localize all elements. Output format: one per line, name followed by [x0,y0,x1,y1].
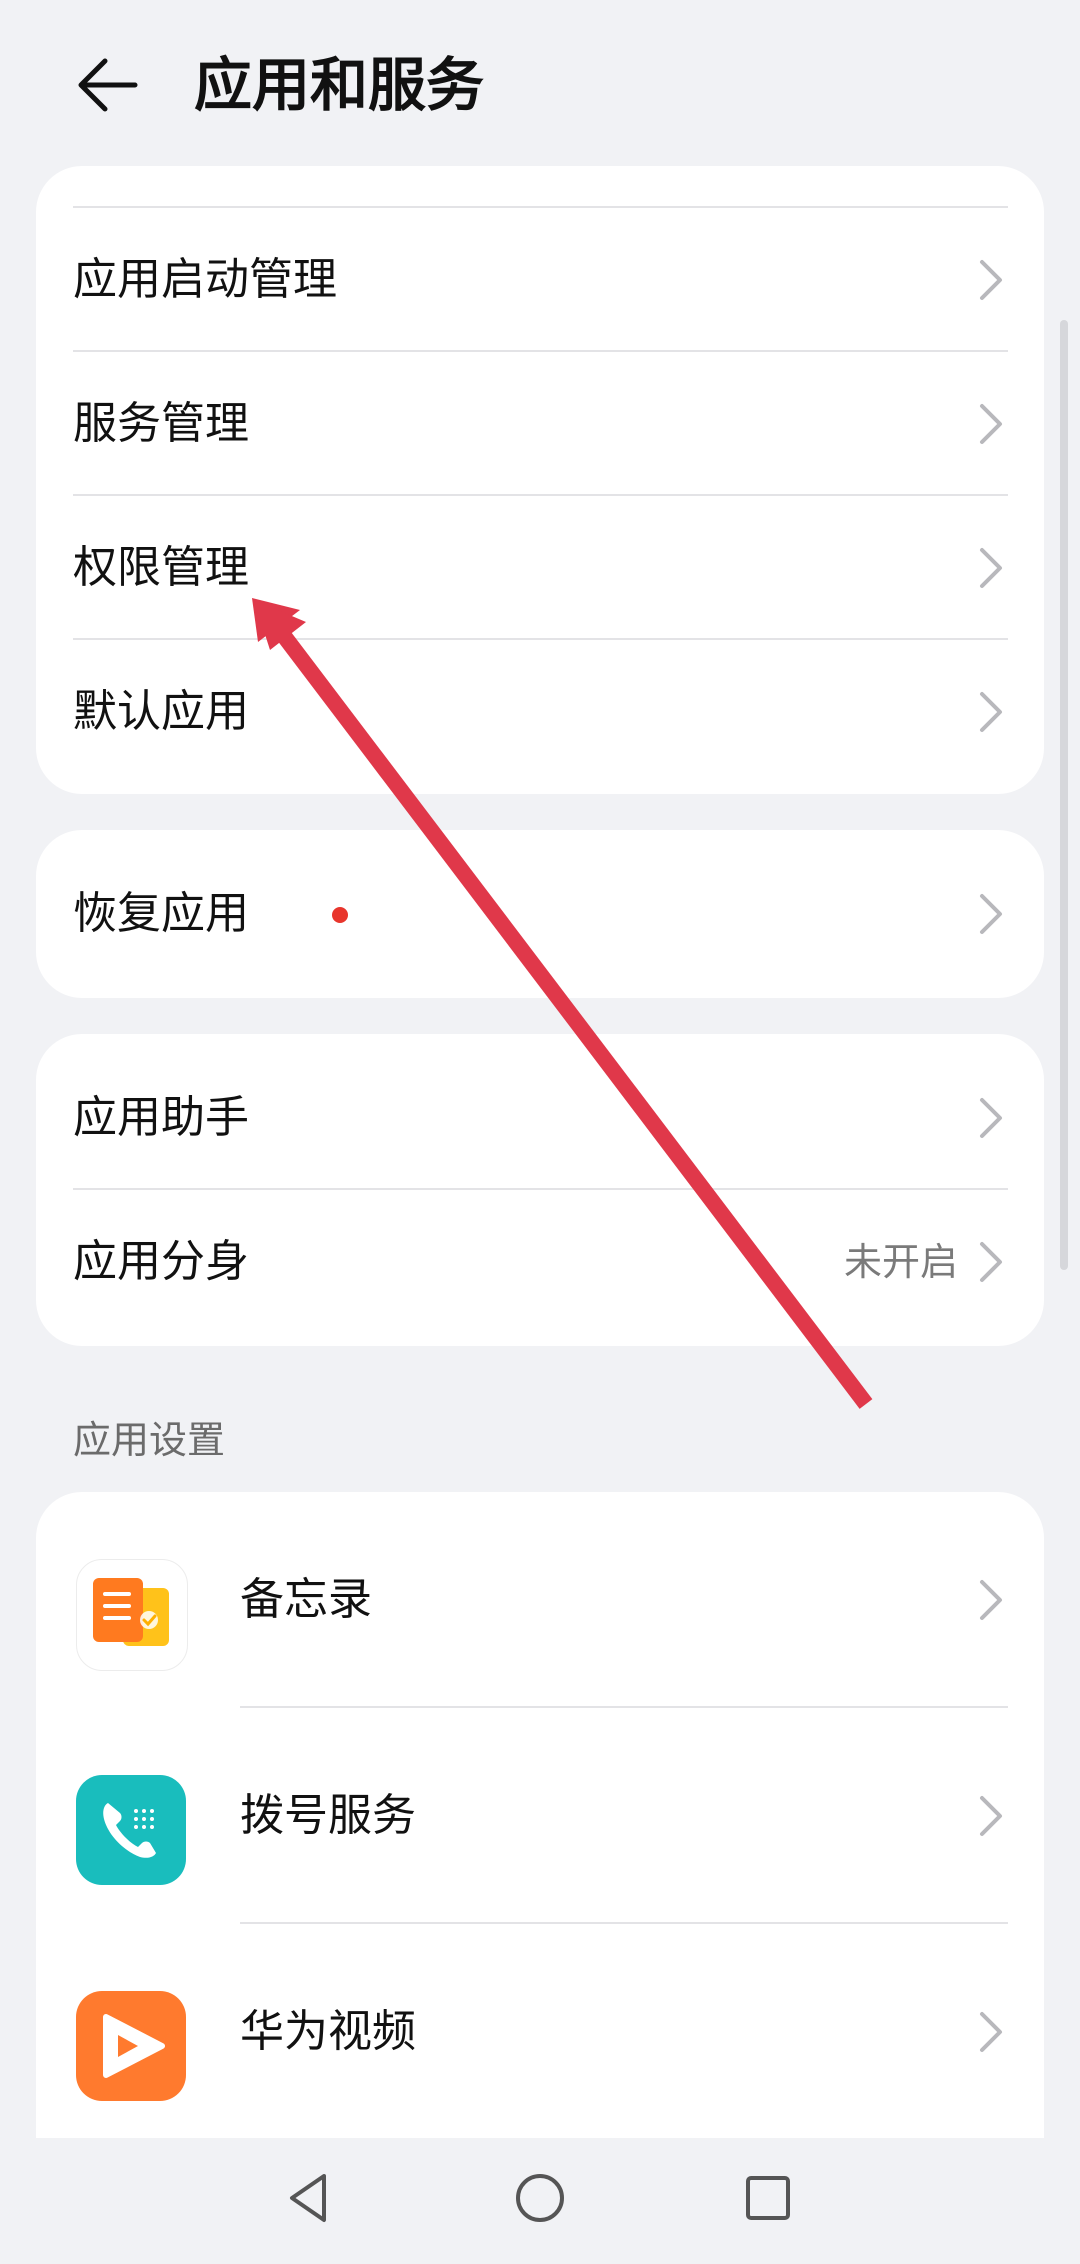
chevron-right-icon [980,1098,1002,1138]
nav-home-button[interactable] [490,2148,590,2248]
app-label: 备忘录 [240,1574,372,1625]
row-service-management[interactable]: 服务管理 [36,352,1044,496]
row-label: 应用助手 [73,1092,249,1143]
app-label: 拨号服务 [240,1790,416,1841]
chevron-right-icon [980,1796,1002,1836]
settings-group-restore: 恢复应用 [36,830,1044,998]
row-label: 服务管理 [73,398,249,449]
home-circle-icon [516,2174,564,2222]
back-button[interactable] [62,40,152,130]
row-permission-management[interactable]: 权限管理 [36,496,1044,640]
nav-back-button[interactable] [260,2148,360,2248]
chevron-right-icon [980,548,1002,588]
recents-square-icon [746,2176,790,2220]
notepad-icon [76,1559,188,1671]
notification-dot [332,907,348,923]
app-row-dialer-service[interactable]: 拨号服务 [36,1708,1044,1924]
phone-icon [76,1775,186,1885]
chevron-right-icon [980,404,1002,444]
scrollbar[interactable] [1060,320,1068,1270]
chevron-right-icon [980,1242,1002,1282]
nav-recents-button[interactable] [718,2148,818,2248]
row-label: 应用分身 [73,1236,249,1287]
app-settings-list: 备忘录 拨号服务 华为视频 [36,1492,1044,2232]
row-label: 应用启动管理 [73,254,337,305]
row-app-assistant[interactable]: 应用助手 [36,1046,1044,1190]
back-arrow-icon [78,58,138,112]
page-title: 应用和服务 [194,51,485,119]
row-app-twin[interactable]: 应用分身 未开启 [36,1190,1044,1334]
chevron-right-icon [980,260,1002,300]
chevron-right-icon [980,1580,1002,1620]
back-triangle-icon [290,2174,326,2222]
row-label: 权限管理 [73,542,249,593]
row-value: 未开启 [843,1240,958,1284]
video-icon [76,1991,186,2101]
row-label: 恢复应用 [73,888,249,939]
row-label: 默认应用 [73,686,249,737]
row-app-launch-management[interactable]: 应用启动管理 [36,208,1044,352]
top-bar: 应用和服务 [0,0,1080,170]
app-label: 华为视频 [240,2006,416,2057]
row-restore-apps[interactable]: 恢复应用 [36,842,1044,986]
chevron-right-icon [980,2012,1002,2052]
settings-group-management: 应用启动管理 服务管理 权限管理 默认应用 [36,166,1044,794]
app-row-notepad[interactable]: 备忘录 [36,1492,1044,1708]
row-default-apps[interactable]: 默认应用 [36,640,1044,784]
settings-group-assistant: 应用助手 应用分身 未开启 [36,1034,1044,1346]
app-row-huawei-video[interactable]: 华为视频 [36,1924,1044,2140]
section-header-app-settings: 应用设置 [73,1418,226,1462]
system-nav-bar [0,2138,1080,2264]
chevron-right-icon [980,894,1002,934]
chevron-right-icon [980,692,1002,732]
